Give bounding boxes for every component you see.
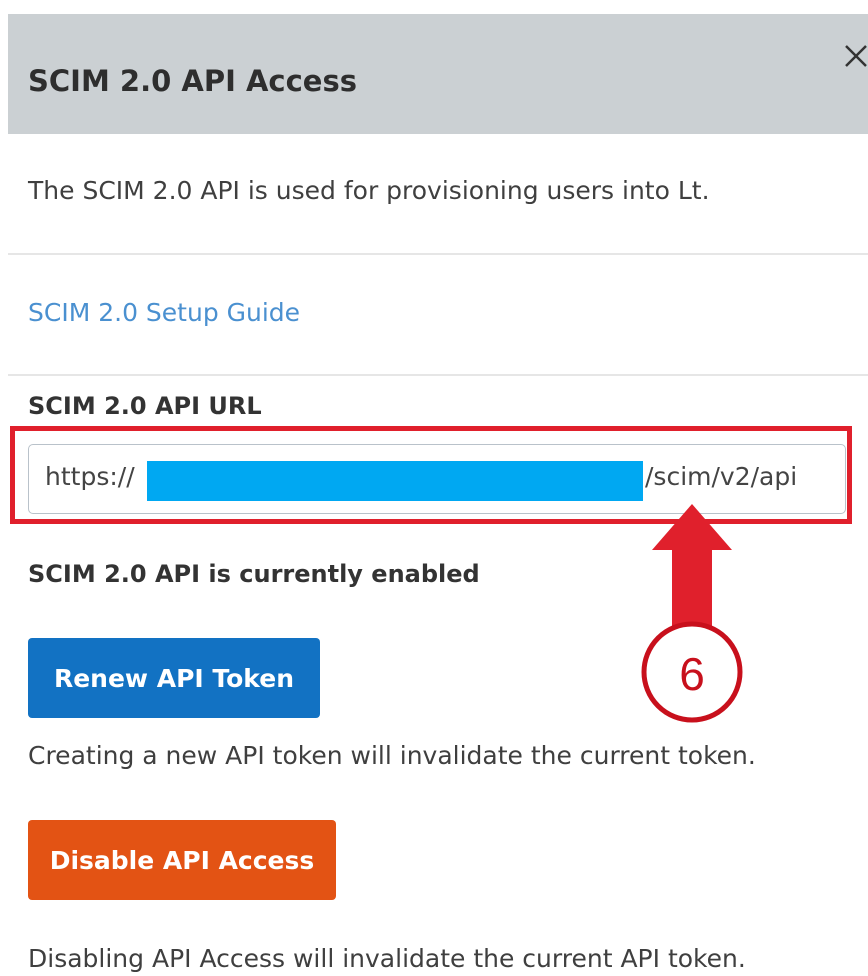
close-icon [845,45,867,67]
dialog-header: SCIM 2.0 API Access [8,14,868,134]
disable-api-access-button[interactable]: Disable API Access [28,820,336,900]
up-arrow-icon [652,504,732,636]
setup-guide-link[interactable]: SCIM 2.0 Setup Guide [28,298,300,327]
api-status-text: SCIM 2.0 API is currently enabled [28,560,480,588]
close-button[interactable] [834,36,868,76]
api-url-label: SCIM 2.0 API URL [28,392,262,420]
disable-access-note: Disabling API Access will invalidate the… [28,944,746,973]
divider [8,374,868,376]
dialog-description: The SCIM 2.0 API is used for provisionin… [28,176,710,205]
renew-api-token-button[interactable]: Renew API Token [28,638,320,718]
step-annotation: 6 [641,504,743,723]
dialog-title: SCIM 2.0 API Access [28,64,357,98]
step-number: 6 [679,648,705,700]
divider [8,253,868,255]
renew-token-note: Creating a new API token will invalidate… [28,741,756,770]
